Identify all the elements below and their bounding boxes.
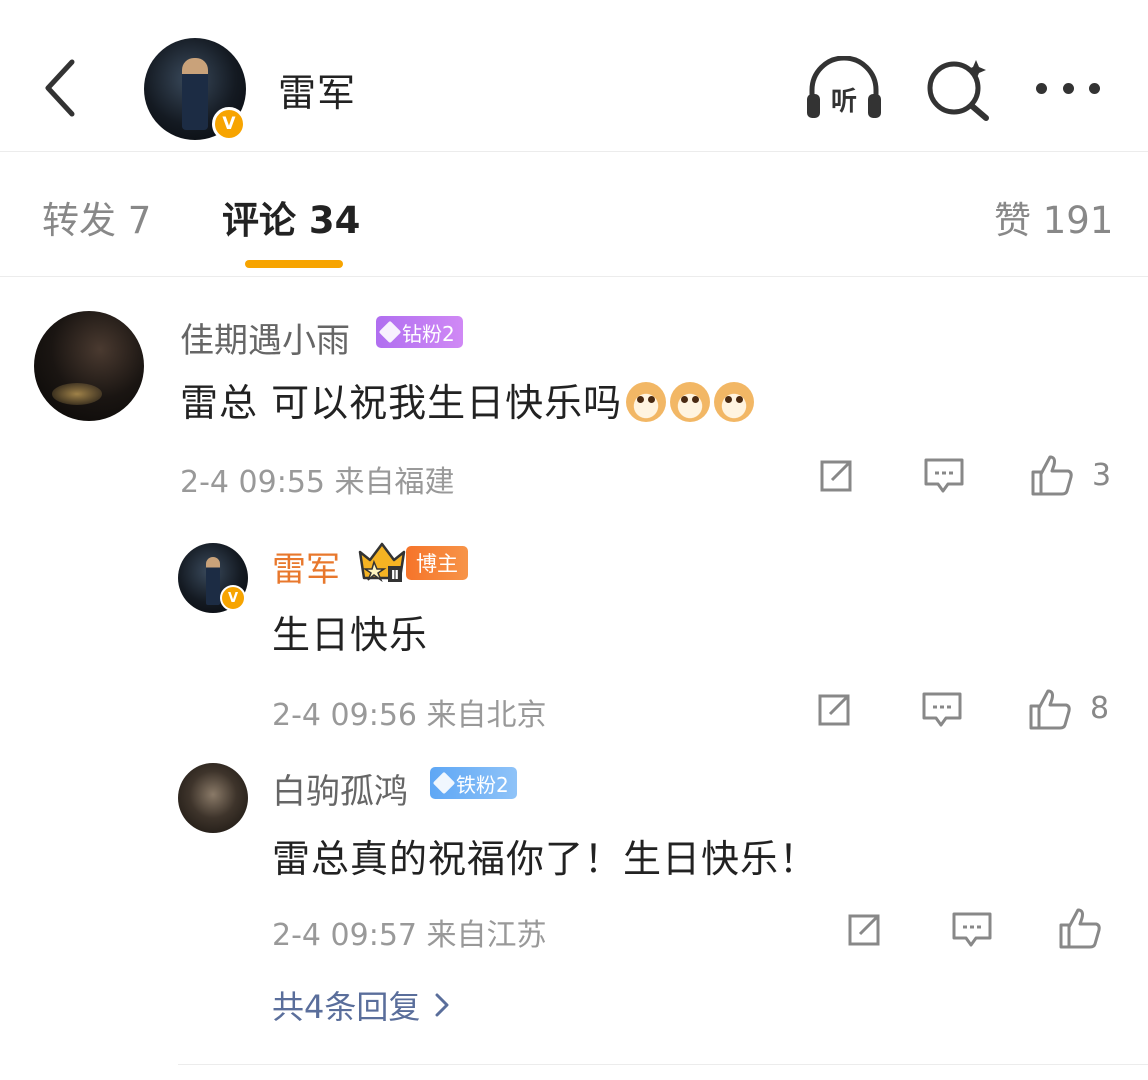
share-button[interactable] [812, 688, 856, 732]
tab-reposts[interactable]: 转发 7 [42, 190, 151, 244]
chevron-left-icon [45, 59, 75, 117]
more-dot-icon [1089, 82, 1100, 94]
replier-name[interactable]: 雷军 [272, 542, 340, 591]
doge-emoji-icon [670, 382, 711, 422]
commenter-name[interactable]: 佳期遇小雨 [180, 313, 350, 362]
more-options-button[interactable] [1030, 66, 1106, 110]
headphones-icon: 听 [807, 55, 881, 118]
replier-avatar[interactable] [178, 763, 248, 833]
commenter-avatar[interactable] [34, 311, 144, 421]
reply-text: 生日快乐 [272, 613, 429, 657]
doge-emoji-icon [626, 382, 667, 422]
more-dot-icon [1036, 82, 1047, 94]
listen-button[interactable]: 听 [804, 55, 884, 122]
comment-icon [922, 692, 962, 727]
reply-button[interactable] [950, 908, 994, 952]
tab-active-indicator [245, 260, 343, 268]
like-button[interactable] [1030, 453, 1074, 497]
diamond-icon [378, 320, 402, 344]
reply-button[interactable] [920, 688, 964, 732]
fan-badge-label: 铁粉2 [456, 772, 509, 797]
thumbs-up-icon [1029, 689, 1071, 730]
replier-name[interactable]: 白驹孤鸿 [272, 764, 408, 813]
search-icon [927, 60, 989, 121]
verified-icon: V [212, 107, 246, 141]
comment-meta: 2-4 09:55 来自福建 [180, 465, 455, 500]
comment-icon [952, 912, 992, 947]
back-button[interactable] [32, 56, 88, 120]
host-badge: 博主 [406, 546, 468, 580]
fan-badge: 钻粉2 [376, 316, 463, 348]
tabs-divider [0, 276, 1148, 277]
comment-divider [178, 1064, 1148, 1065]
more-dot-icon [1062, 82, 1074, 94]
like-button[interactable] [1028, 687, 1072, 731]
share-icon [848, 914, 880, 946]
share-icon [818, 694, 850, 726]
header-divider [0, 151, 1148, 152]
tab-likes[interactable]: 赞 191 [994, 190, 1113, 244]
thumbs-up-icon [1031, 455, 1073, 496]
share-button[interactable] [814, 454, 858, 498]
view-more-replies-link[interactable]: 共4条回复 [272, 982, 450, 1028]
comment-icon [924, 458, 964, 493]
more-replies-label: 共4条回复 [272, 988, 421, 1026]
comment-text: 雷总 可以祝我生日快乐吗 [180, 372, 755, 427]
share-button[interactable] [842, 908, 886, 952]
reply-meta: 2-4 09:56 来自北京 [272, 698, 547, 733]
chevron-right-icon [435, 993, 449, 1017]
crown-level: Ⅱ [391, 568, 399, 582]
like-button[interactable] [1058, 906, 1102, 950]
like-count: 8 [1090, 691, 1110, 726]
fan-badge: 铁粉2 [430, 767, 517, 799]
share-icon [820, 460, 852, 492]
like-count: 3 [1092, 458, 1112, 493]
listen-label: 听 [831, 87, 857, 117]
reply-button[interactable] [922, 454, 966, 498]
comment-text-body: 雷总 可以祝我生日快乐吗 [180, 381, 623, 425]
diamond-icon [432, 771, 456, 795]
thumbs-up-icon [1059, 908, 1101, 949]
search-button[interactable] [924, 54, 994, 122]
page-title: 雷军 [278, 71, 357, 115]
reply-text: 雷总真的祝福你了！生日快乐！ [272, 837, 819, 881]
fan-badge-label: 钻粉2 [402, 321, 455, 346]
reply-meta: 2-4 09:57 来自江苏 [272, 918, 547, 953]
verified-icon: V [220, 585, 246, 611]
crown-icon: Ⅱ [356, 538, 408, 584]
doge-emoji-icon [714, 382, 755, 422]
tab-comments[interactable]: 评论 34 [222, 190, 360, 244]
